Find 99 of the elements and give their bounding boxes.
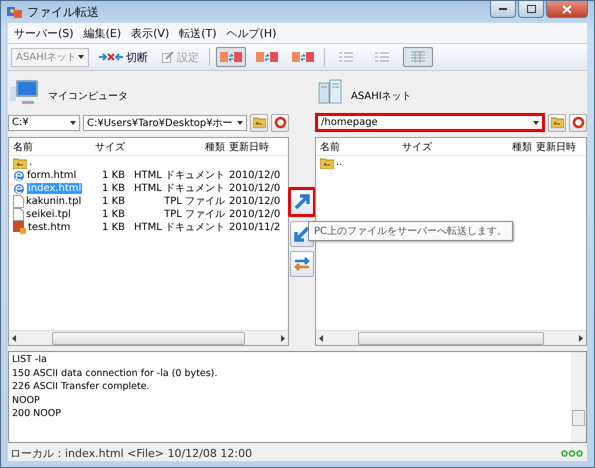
column-header[interactable]: 名前 [316,140,396,154]
column-header[interactable]: サイズ [396,140,432,154]
menu-item[interactable]: サーバー(S) [14,26,74,40]
file-type: HTML ドキュメント [132,182,225,195]
refresh-button[interactable] [271,114,289,132]
file-name[interactable]: . [29,157,32,168]
menu-item[interactable]: ヘルプ(H) [226,26,276,40]
scroll-left-icon[interactable] [319,334,323,342]
path-dropdown[interactable]: /homepage [315,113,545,132]
horizontal-scrollbar[interactable] [9,330,288,345]
menu-item[interactable]: 転送(T) [179,26,217,40]
log-line: 200 NOOP [12,408,62,421]
upload-button[interactable] [288,187,316,217]
minimize-icon [499,8,507,10]
file-date: 2010/12/0 [228,195,282,208]
folder-up-icon [550,117,564,128]
column-header[interactable]: 種類 [432,140,532,154]
refresh-icon [274,116,286,129]
sync-button[interactable] [290,251,314,277]
caret-icon [533,120,539,124]
down-arrow-icon [293,225,311,243]
up-arrow-icon [293,193,311,211]
log-line: 226 ASCII Transfer complete. [12,381,151,394]
file-name[interactable]: seikei.tpl [26,209,71,220]
connection-lights-icon [561,450,583,456]
log-line: LIST -la [12,354,48,367]
caret-icon [237,120,243,124]
document-icon [13,195,24,208]
edit-icon [162,51,174,63]
disconnect-icon [99,52,123,62]
folder-up-icon [252,117,266,128]
file-name[interactable]: .. [336,157,342,168]
list-view-icon [339,51,353,63]
file-name[interactable]: test.htm [28,222,70,233]
tooltip: PC上のファイルをサーバーへ転送します。 [308,221,514,241]
dual-pane-icon [256,51,278,63]
parent-folder-button[interactable] [250,114,268,132]
web-page-icon [13,170,25,182]
file-date: 2010/12/0 [228,208,282,221]
vertical-scrollbar[interactable] [571,352,586,442]
file-size: 1 KB [101,169,125,182]
file-date: 2010/11/2 [228,221,282,234]
file-type: TPL ファイル [163,208,225,221]
column-header[interactable]: 種類 [125,140,225,154]
disconnect-button[interactable]: 切断 [95,50,152,64]
dual-pane-icon [292,51,314,63]
document-icon [13,208,24,221]
close-button[interactable] [546,1,588,18]
file-type: TPL ファイル [163,195,225,208]
status-text: ローカル：index.html <File> 10/12/08 12:00 [10,446,252,460]
column-header[interactable]: 更新日時 [532,140,586,154]
parent-folder-icon [13,156,27,168]
list-view-icon [375,51,389,63]
scroll-right-icon[interactable] [281,334,285,342]
app-icon [7,5,23,19]
path-dropdown[interactable]: C:¥Users¥Taro¥Desktop¥ホー [83,114,247,130]
menu-item[interactable]: 編集(E) [84,26,122,40]
file-size: 1 KB [101,208,125,221]
parent-folder-icon [320,156,334,168]
file-size: 1 KB [101,221,125,234]
file-date: 2010/12/0 [228,182,282,195]
log-line: 150 ASCII data connection for -la (0 bytes). [12,368,218,380]
horizontal-scrollbar[interactable] [316,330,586,345]
refresh-icon [572,116,584,129]
close-icon [562,4,572,14]
window-title: ファイル転送 [27,4,99,20]
details-view-icon [411,51,425,63]
column-header[interactable]: 名前 [9,140,89,154]
file-name[interactable]: form.html [27,170,76,181]
file-size: 1 KB [101,182,125,195]
file-size: 1 KB [101,195,125,208]
file-date: 2010/12/0 [228,169,282,182]
caret-icon [78,55,84,59]
server-icon [317,79,343,105]
web-page-icon [13,182,25,194]
file-name[interactable]: kakunin.tpl [26,196,82,207]
computer-icon [10,79,40,105]
swap-arrows-icon [293,256,311,272]
view-toggle-button[interactable] [216,47,246,67]
log-line: NOOP [12,394,41,408]
image-file-icon [13,221,26,234]
scroll-right-icon[interactable] [578,334,583,342]
caret-icon [70,120,76,124]
refresh-button[interactable] [569,114,587,132]
view-toggle-button[interactable] [403,47,433,67]
panel-title: ASAHIネット [351,90,412,103]
panel-title: マイコンピュータ [48,90,128,103]
column-header[interactable]: 更新日時 [225,140,288,154]
dual-pane-icon [220,51,242,63]
file-type: HTML ドキュメント [132,221,225,234]
column-header[interactable]: サイズ [89,140,125,154]
menu-item[interactable]: 表示(V) [131,26,170,40]
drive-dropdown[interactable]: C:¥ [8,114,80,130]
maximize-icon [526,5,536,13]
scroll-left-icon[interactable] [12,334,16,342]
maximize-button[interactable] [518,1,544,18]
parent-folder-button[interactable] [548,114,566,132]
file-type: HTML ドキュメント [132,169,225,182]
minimize-button[interactable] [490,1,516,18]
